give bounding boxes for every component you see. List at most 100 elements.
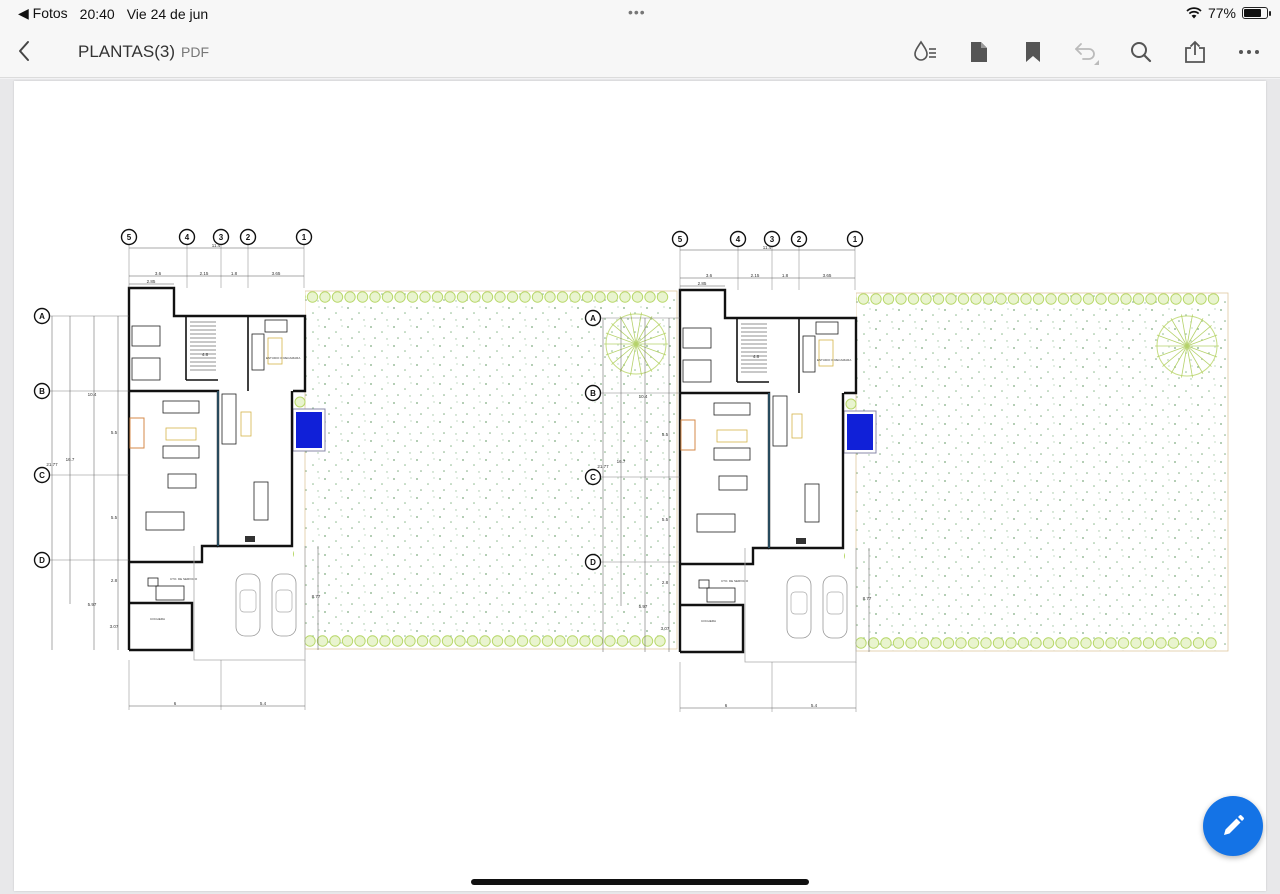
hedge-shrub: [591, 635, 604, 647]
back-chevron-icon[interactable]: [14, 38, 36, 64]
hedge-shrub: [466, 635, 479, 647]
room-label: ESTUDIO O RECAMARA: [817, 358, 851, 362]
hedge-shrub: [594, 291, 606, 303]
undo-icon[interactable]: [1072, 38, 1102, 66]
grid-axis-label: B: [590, 389, 596, 398]
hedge-shrub: [631, 291, 644, 303]
hedge-shrub: [519, 291, 531, 303]
grill: [245, 536, 255, 542]
hedge-shrub: [504, 635, 516, 647]
bookmark-icon[interactable]: [1018, 38, 1048, 66]
hedge-shrub: [331, 291, 344, 303]
hedge-shrub: [1017, 637, 1030, 649]
grid-axis-label: 3: [770, 235, 775, 244]
hedge-shrub: [406, 291, 419, 303]
room-label: COCHERA: [701, 619, 716, 623]
hedge-shrub: [494, 291, 506, 303]
dimension-text: 5.5: [111, 515, 118, 520]
dimension-text: 5.5: [662, 432, 669, 437]
hedge-shrub: [444, 291, 456, 303]
hedge-shrub: [306, 291, 319, 303]
share-icon[interactable]: [1180, 38, 1210, 66]
hedge-shrub: [391, 635, 404, 647]
reading-mode-icon[interactable]: [910, 38, 940, 66]
grid-axis-label: A: [39, 312, 45, 321]
house-lower-fill: [680, 394, 844, 652]
hedge-shrub: [1195, 293, 1207, 305]
hedge-shrub: [867, 637, 880, 649]
floor-plan-right: CTO. DE SERVICIOCOCHERAESTUDIO O RECAMAR…: [584, 230, 1229, 712]
hedge-shrub: [857, 293, 870, 305]
home-indicator[interactable]: [471, 879, 809, 885]
wifi-icon: [1186, 7, 1202, 19]
grid-axis-label: 2: [797, 235, 802, 244]
hedge-shrub: [970, 293, 982, 305]
dimension-text: 10.4: [639, 394, 648, 399]
house-lower-fill: [129, 392, 293, 650]
grid-axis-label: 1: [302, 233, 307, 242]
dimension-text: 5.4: [811, 703, 818, 708]
hedge-shrub: [656, 291, 669, 303]
dimension-text: 3.65: [823, 273, 832, 278]
hedge-shrub: [554, 635, 566, 647]
hedge-shrub: [619, 291, 631, 303]
hedge-shrub: [1132, 293, 1145, 305]
hedge-shrub: [319, 291, 331, 303]
hedge-shrub: [967, 637, 980, 649]
hedge-shrub: [429, 635, 441, 647]
more-icon[interactable]: [1234, 38, 1264, 66]
grid-axis-label: 2: [246, 233, 251, 242]
search-icon[interactable]: [1126, 38, 1156, 66]
hedge-shrub: [531, 291, 544, 303]
document-viewport[interactable]: CTO. DE SERVICIO COCHERA ESTUDIO O RECAMAR…: [0, 79, 1280, 894]
dimension-text: 2.8: [111, 578, 118, 583]
dimension-text: 16.7: [617, 459, 626, 464]
hedge-shrub: [356, 291, 369, 303]
page-icon[interactable]: [964, 38, 994, 66]
hedge-shrub: [629, 635, 641, 647]
hedge-shrub: [366, 635, 379, 647]
dimension-text: 21.77: [46, 462, 58, 467]
hedge-shrub: [892, 637, 905, 649]
hedge-shrub: [344, 291, 356, 303]
hedge-shrub: [957, 293, 970, 305]
grid-axis-label: A: [590, 314, 596, 323]
hedge-shrub: [942, 637, 955, 649]
dimension-text: 2.15: [751, 273, 760, 278]
edit-pencil-button[interactable]: [1203, 796, 1263, 856]
hedge-shrub: [394, 291, 406, 303]
hedge-shrub: [1157, 293, 1170, 305]
dimension-text: 1.8: [782, 273, 789, 278]
dimension-text: 1.8: [231, 271, 238, 276]
dimension-text: 2.15: [200, 271, 209, 276]
multitask-dots[interactable]: •••: [628, 4, 646, 20]
hedge-shrub: [569, 291, 581, 303]
back-to-app-link[interactable]: ◀ Fotos: [18, 5, 68, 22]
dimension-text: 11.4: [212, 243, 221, 248]
hedge-shrub: [644, 291, 656, 303]
hedge-shrub: [1070, 293, 1082, 305]
hedge-shrub: [1045, 293, 1057, 305]
hedge-shrub: [416, 635, 429, 647]
hedge-shrub: [1082, 293, 1095, 305]
dimension-text: 2.85: [147, 279, 156, 284]
hedge-shrub: [604, 635, 616, 647]
hedge-shrub: [341, 635, 354, 647]
hedge-shrub: [930, 637, 942, 649]
hedge-shrub: [294, 396, 306, 408]
grid-axis-label: D: [39, 556, 45, 565]
hedge-shrub: [1005, 637, 1017, 649]
hedge-shrub: [541, 635, 554, 647]
hedge-shrub: [1205, 637, 1217, 649]
hedge-shrub: [980, 637, 992, 649]
grill: [796, 538, 806, 544]
hedge-shrub: [479, 635, 491, 647]
room-label: COCHERA: [150, 617, 165, 621]
hedge-shrub: [932, 293, 945, 305]
document-title: PLANTAS(3) PDF: [78, 42, 209, 62]
hedge-shrub: [1182, 293, 1195, 305]
dimension-text: 3.07: [110, 624, 119, 629]
grid-axis-label: C: [39, 471, 45, 480]
grid-axis-label: 5: [127, 233, 132, 242]
hedge-shrub: [506, 291, 519, 303]
